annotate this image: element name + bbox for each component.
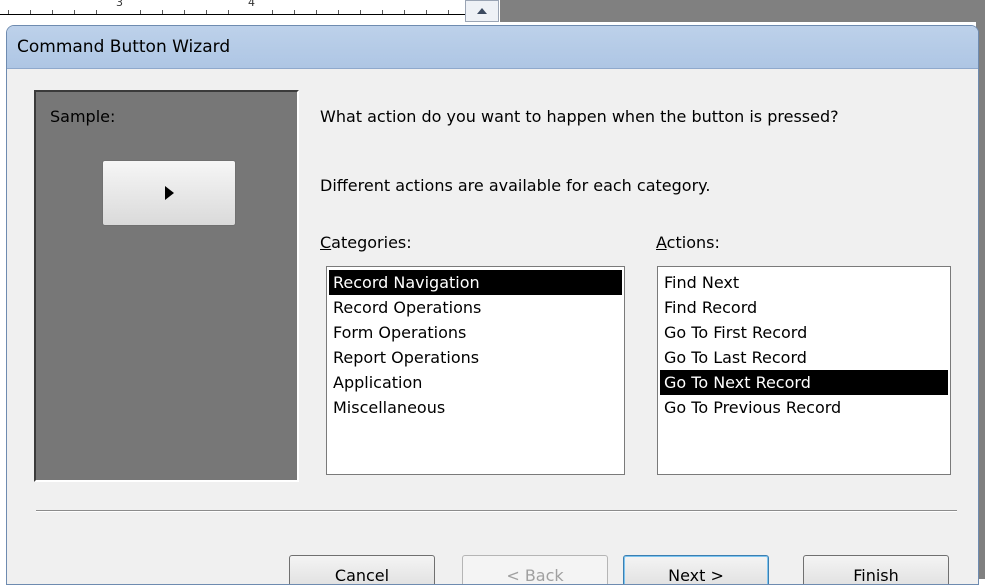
list-item[interactable]: Report Operations	[329, 345, 622, 370]
play-right-icon	[164, 186, 174, 200]
list-item[interactable]: Go To Last Record	[660, 345, 948, 370]
list-item[interactable]: Record Operations	[329, 295, 622, 320]
ruler-number: 3	[116, 0, 123, 9]
sample-button-preview	[102, 160, 236, 226]
categories-label: Categories:	[320, 232, 412, 253]
list-item[interactable]: Find Record	[660, 295, 948, 320]
list-item[interactable]: Record Navigation	[329, 270, 622, 295]
list-item[interactable]: Go To Previous Record	[660, 395, 948, 420]
command-button-wizard-dialog: Command Button Wizard Sample: What actio…	[6, 25, 979, 585]
list-item[interactable]: Application	[329, 370, 622, 395]
list-item[interactable]: Form Operations	[329, 320, 622, 345]
title-bar[interactable]: Command Button Wizard	[7, 26, 978, 69]
next-button[interactable]: Next >	[623, 555, 769, 584]
ruler: 3 4	[0, 0, 465, 15]
list-item[interactable]: Find Next	[660, 270, 948, 295]
info-text: Different actions are available for each…	[320, 176, 711, 195]
back-button[interactable]: < Back	[462, 555, 608, 584]
actions-label-rest: ctions:	[666, 233, 720, 252]
separator	[36, 510, 957, 512]
actions-label: Actions:	[656, 232, 720, 253]
dialog-body: Sample: What action do you want to happe…	[7, 69, 978, 584]
actions-listbox[interactable]: Find Next Find Record Go To First Record…	[657, 266, 951, 475]
question-text: What action do you want to happen when t…	[320, 107, 839, 126]
sample-panel: Sample:	[34, 90, 299, 482]
cancel-button[interactable]: Cancel	[289, 555, 435, 584]
sample-label: Sample:	[50, 107, 116, 126]
background-area	[500, 0, 985, 22]
categories-label-rest: ategories:	[331, 233, 412, 252]
categories-listbox[interactable]: Record Navigation Record Operations Form…	[326, 266, 625, 475]
categories-label-accelerator: C	[320, 233, 332, 252]
ruler-number: 4	[248, 0, 255, 9]
actions-label-accelerator: A	[656, 233, 667, 252]
scroll-up-button[interactable]	[465, 0, 499, 22]
list-item[interactable]: Go To Next Record	[660, 370, 948, 395]
list-item[interactable]: Miscellaneous	[329, 395, 622, 420]
list-item[interactable]: Go To First Record	[660, 320, 948, 345]
finish-button[interactable]: Finish	[803, 555, 949, 584]
dialog-title: Command Button Wizard	[17, 37, 231, 57]
arrow-up-icon	[477, 8, 487, 14]
